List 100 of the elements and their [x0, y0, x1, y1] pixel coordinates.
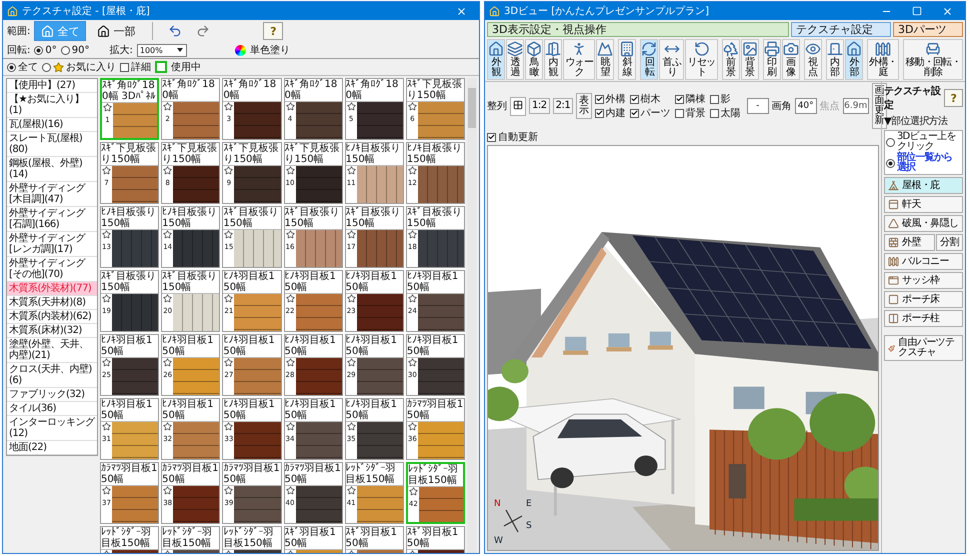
star-icon[interactable] [102, 422, 111, 431]
star-icon[interactable] [163, 358, 172, 367]
category-item[interactable]: 【★お気に入り】(1) [7, 93, 97, 118]
category-item[interactable]: クロス(天井、内壁)(6) [7, 363, 97, 388]
star-icon[interactable] [346, 358, 356, 367]
ratio-button[interactable]: 2:1 [552, 98, 574, 114]
star-icon[interactable] [286, 102, 294, 111]
category-item[interactable]: 瓦(屋根)(16) [7, 118, 97, 132]
part-button[interactable]: サッシ枠 [884, 272, 963, 289]
part-button[interactable]: 破風・鼻隠し [884, 215, 963, 232]
help-button[interactable]: ? [263, 22, 284, 40]
category-item[interactable]: スレート瓦(屋根)(80) [7, 132, 97, 157]
star-icon[interactable] [224, 166, 234, 175]
display-button[interactable]: 表示 [576, 93, 592, 119]
category-item[interactable]: ファブリック(32) [7, 388, 97, 402]
star-icon[interactable] [224, 422, 234, 431]
star-icon[interactable] [102, 486, 111, 495]
checkbox[interactable] [594, 94, 604, 104]
solid-color-button[interactable]: 単色塗り [250, 43, 290, 57]
star-icon[interactable] [163, 294, 172, 303]
tool-button[interactable]: 透過 [506, 39, 524, 80]
category-item[interactable]: 外壁サイディング[レンガ調](17) [7, 232, 97, 257]
star-icon[interactable] [346, 166, 356, 175]
star-icon[interactable] [346, 294, 356, 303]
focus-field[interactable]: 6.9m [842, 98, 869, 114]
checkbox[interactable] [120, 62, 129, 72]
radio-button[interactable] [34, 46, 44, 54]
star-icon[interactable] [408, 166, 417, 175]
arrange-button[interactable] [510, 96, 526, 116]
category-item[interactable]: 外壁サイディング[その他](70) [7, 257, 97, 282]
category-item[interactable]: 外壁サイディング[石調](166) [7, 207, 97, 232]
tool-button[interactable]: 外構・庭 [866, 39, 899, 80]
star-icon[interactable] [102, 166, 111, 175]
checkbox[interactable] [487, 132, 496, 142]
star-icon[interactable] [408, 422, 417, 431]
star-icon[interactable] [346, 422, 356, 431]
tool-button[interactable]: 内部 [826, 39, 844, 80]
star-icon[interactable] [163, 166, 172, 175]
star-icon[interactable] [103, 103, 112, 112]
radio-button[interactable] [7, 62, 16, 72]
tool-button[interactable]: 外部 [844, 39, 863, 80]
star-icon[interactable] [102, 294, 111, 303]
category-item[interactable]: 地面(22) [7, 441, 97, 455]
category-item[interactable]: タイル(36) [7, 402, 97, 416]
star-icon[interactable] [102, 358, 111, 367]
mode-field[interactable]: - [746, 98, 769, 114]
star-icon[interactable] [346, 486, 356, 495]
free-parts-button[interactable]: 自由パーツテクスチャ [884, 335, 963, 361]
star-icon[interactable] [286, 422, 294, 431]
tool-button[interactable]: 移動・回転・削除 [902, 39, 964, 80]
help-button[interactable]: ? [944, 89, 963, 107]
ratio-button[interactable]: 1:2 [529, 98, 550, 114]
star-icon[interactable] [224, 358, 234, 367]
category-item[interactable]: 外壁サイディング[木目調](47) [7, 182, 97, 207]
checkbox[interactable] [674, 108, 684, 118]
scrollbar[interactable] [467, 78, 477, 553]
radio-button[interactable] [886, 158, 895, 168]
part-button[interactable]: ポーチ柱 [884, 310, 963, 327]
star-icon[interactable] [286, 486, 294, 495]
tool-button[interactable]: リセット [685, 39, 718, 80]
category-item[interactable]: 木質系(床材)(32) [7, 324, 97, 338]
part-button[interactable]: 屋根・庇 [884, 177, 963, 194]
category-item[interactable]: インターロッキング(12) [7, 416, 97, 441]
3d-viewport[interactable]: N E S W [487, 145, 879, 551]
radio-button[interactable] [60, 46, 70, 54]
checkbox[interactable] [674, 94, 684, 104]
tool-button[interactable]: 画像 [782, 39, 800, 80]
category-item[interactable]: 木質系(天井材)(8) [7, 296, 97, 310]
category-item[interactable]: 鋼板(屋根、外壁)(14) [7, 157, 97, 182]
zoom-select[interactable]: 100% [136, 44, 187, 56]
tool-button[interactable]: 印刷 [762, 39, 781, 80]
part-button[interactable]: ポーチ床 [884, 291, 963, 308]
star-icon[interactable] [224, 486, 234, 495]
checkbox[interactable] [710, 94, 719, 104]
tool-button[interactable]: 背景 [740, 39, 759, 80]
star-icon[interactable] [224, 230, 234, 239]
star-icon[interactable] [163, 102, 172, 111]
tool-button[interactable]: 外観 [487, 39, 506, 80]
star-icon[interactable] [346, 102, 356, 111]
checkbox[interactable] [630, 108, 639, 118]
tool-button[interactable]: 視点 [804, 39, 822, 80]
star-icon[interactable] [408, 102, 417, 111]
star-icon[interactable] [102, 230, 111, 239]
checkbox[interactable] [630, 94, 639, 104]
range-button[interactable]: 一部 [90, 21, 142, 41]
part-button[interactable]: 軒天 [884, 196, 963, 213]
category-item[interactable]: 塗壁(外壁、天井、内壁)(21) [7, 338, 97, 363]
checkbox[interactable] [710, 108, 719, 118]
tool-button[interactable]: 眺望 [596, 39, 614, 80]
star-icon[interactable] [408, 230, 417, 239]
star-icon[interactable] [224, 102, 234, 111]
category-item[interactable]: 【使用中】(27) [7, 79, 97, 93]
star-icon[interactable] [286, 230, 294, 239]
star-icon[interactable] [163, 422, 172, 431]
tool-button[interactable]: 斜線 [618, 39, 636, 80]
part-button[interactable]: 外壁 [884, 234, 936, 251]
star-icon[interactable] [346, 230, 356, 239]
tool-button[interactable]: 首ふり [659, 39, 684, 80]
tool-button[interactable]: 鳥瞰 [525, 39, 544, 80]
split-button[interactable]: 分割 [936, 234, 963, 251]
